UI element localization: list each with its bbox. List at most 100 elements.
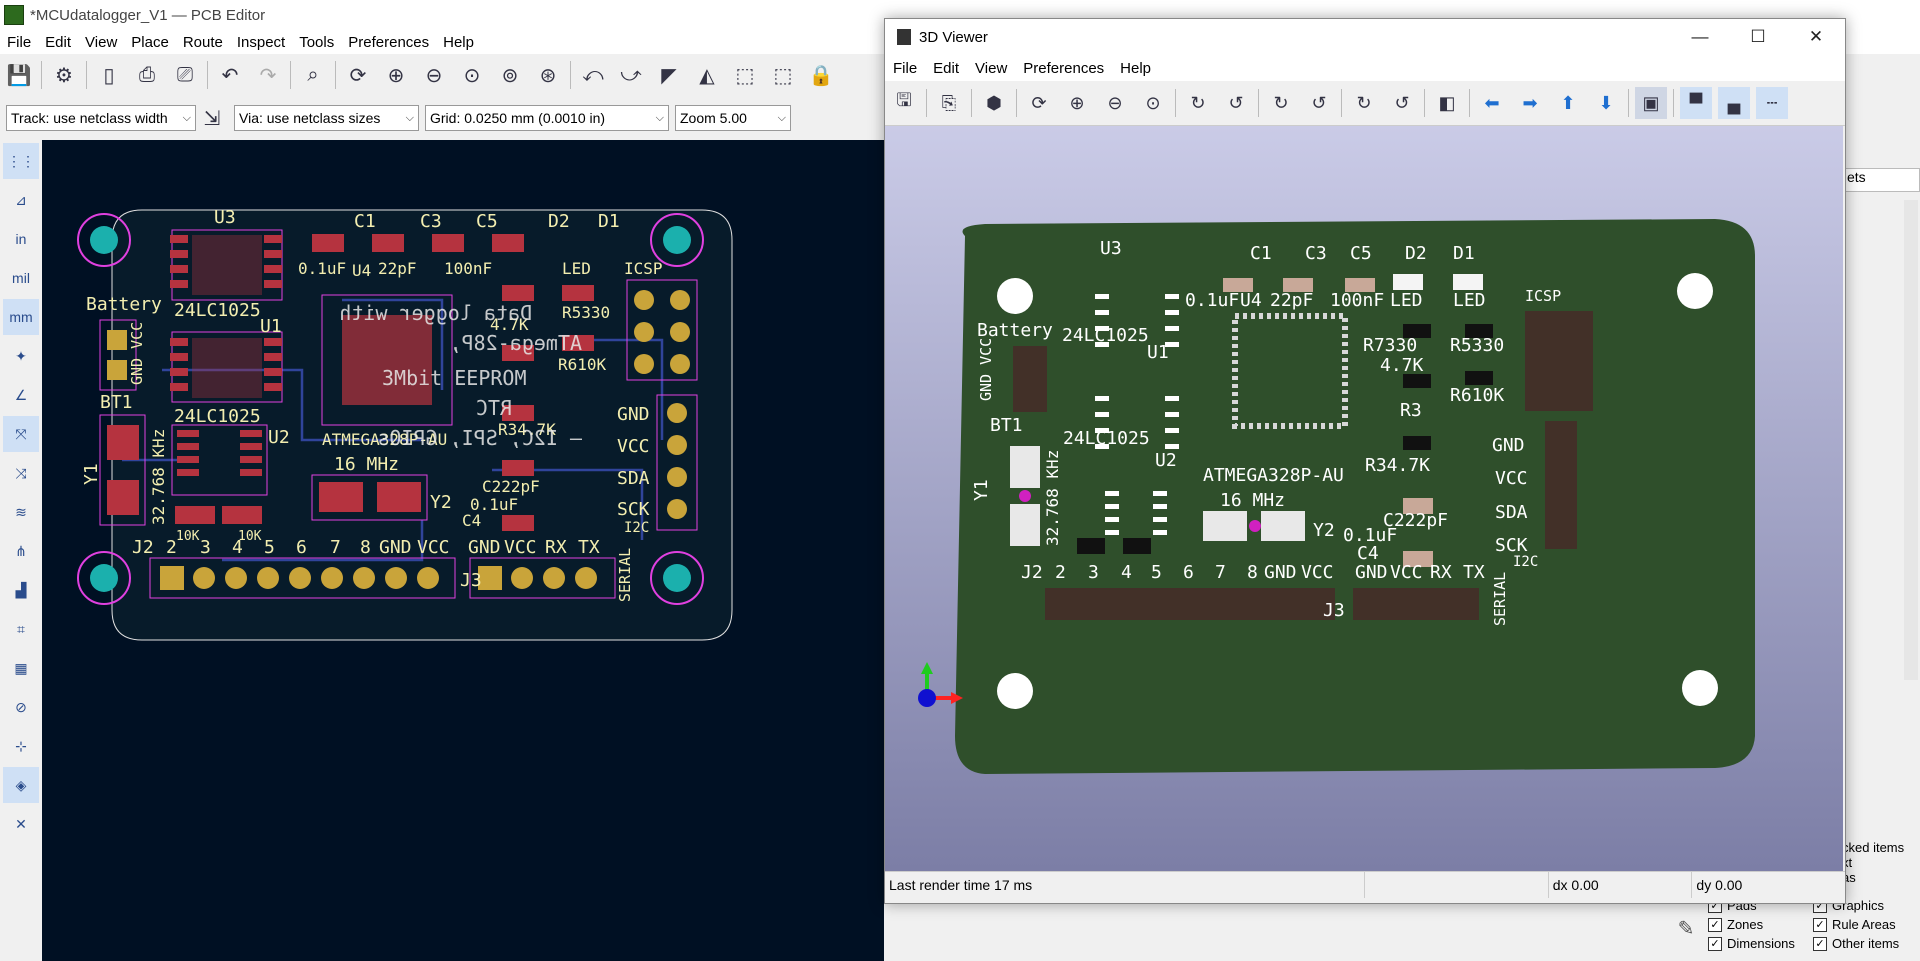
mirror-icon[interactable]: ◭ <box>692 60 722 90</box>
save-icon[interactable]: 💾 <box>4 60 34 90</box>
maximize-icon[interactable]: ☐ <box>1729 27 1787 47</box>
page-settings-icon[interactable]: ▯ <box>94 60 124 90</box>
board-setup-icon[interactable]: ⚙ <box>49 60 79 90</box>
j2-pin8-label: 8 <box>360 537 371 558</box>
viewer-menu-view[interactable]: View <box>967 60 1015 77</box>
ungroup-icon[interactable]: ⬚ <box>768 60 798 90</box>
print-icon[interactable]: ⎙ <box>132 60 162 90</box>
viewer-menu-preferences[interactable]: Preferences <box>1015 60 1112 77</box>
locked-items-partial: cked items <box>1842 840 1905 855</box>
menu-view[interactable]: View <box>78 34 124 51</box>
grid-select[interactable]: Grid: 0.0250 mm (0.0010 in) ⌵ <box>425 105 669 131</box>
j4-gnd-label: GND <box>617 404 650 425</box>
zoom-select[interactable]: Zoom 5.00 ⌵ <box>675 105 791 131</box>
layer-toggle-other-items[interactable]: ✓ Other items <box>1813 934 1899 953</box>
3d-render-canvas[interactable]: U3 24LC1025 U1 24LC1025 U2 Battery BT1 C… <box>885 126 1843 871</box>
refresh-icon[interactable]: ⟳ <box>343 60 373 90</box>
move-down-icon[interactable]: ⬇ <box>1590 87 1622 119</box>
pads-outline-icon[interactable]: ▟ <box>3 572 39 608</box>
menu-edit[interactable]: Edit <box>38 34 78 51</box>
rotate-y-ccw-icon[interactable]: ↺ <box>1303 87 1335 119</box>
units-mm-button[interactable]: mm <box>3 299 39 335</box>
show-tht-icon[interactable]: ▀ <box>1680 87 1712 119</box>
pcb-canvas[interactable]: U3 24LC1025 U1 24LC1025 U2 Battery GND V… <box>42 140 884 961</box>
zoom-selection-icon[interactable]: ⊛ <box>533 60 563 90</box>
3d-j2-pin3: 3 <box>1088 562 1099 583</box>
rotate-cw-icon[interactable]: ⤻ <box>616 60 646 90</box>
viewer-menu-file[interactable]: File <box>885 60 925 77</box>
zoom-objects-icon[interactable]: ⊚ <box>495 60 525 90</box>
copy-image-icon[interactable]: ⎘ <box>933 87 965 119</box>
grid-toggle-icon[interactable]: ⋮⋮ <box>3 143 39 179</box>
zoom-in-icon[interactable]: ⊕ <box>381 60 411 90</box>
zoom-fit-icon[interactable]: ⊙ <box>457 60 487 90</box>
polar-coords-icon[interactable]: ⊿ <box>3 182 39 218</box>
zones-display-icon[interactable]: ▦ <box>3 650 39 686</box>
move-up-icon[interactable]: ⬆ <box>1552 87 1584 119</box>
layer-label: Zones <box>1727 917 1764 932</box>
3d-ref-u4: U4 <box>1240 290 1262 311</box>
rotate-y-cw-icon[interactable]: ↻ <box>1265 87 1297 119</box>
tab-nets-partial[interactable]: ets <box>1842 168 1920 192</box>
rotate-ccw-icon[interactable]: ⤺ <box>578 60 608 90</box>
layer-toggle-dimensions[interactable]: ✓ Dimensions <box>1708 934 1795 953</box>
show-smd-icon[interactable]: ▄ <box>1718 87 1750 119</box>
vias-outline-icon[interactable]: ⌗ <box>3 611 39 647</box>
close-icon[interactable]: ✕ <box>1787 27 1845 47</box>
curved-ratsnest-icon[interactable]: ⤨ <box>3 455 39 491</box>
via-size-select[interactable]: Via: use netclass sizes ⌵ <box>234 105 419 131</box>
track-width-select[interactable]: Track: use netclass width ⌵ <box>6 105 196 131</box>
zoom-fit-icon[interactable]: ⊙ <box>1137 87 1169 119</box>
menu-file[interactable]: File <box>0 34 38 51</box>
tracks-outline-icon[interactable]: ⋔ <box>3 533 39 569</box>
angle-snap-icon[interactable]: ∠ <box>3 377 39 413</box>
show-virtual-icon[interactable]: ┄ <box>1756 87 1788 119</box>
reload-icon[interactable]: ⟳ <box>1023 87 1055 119</box>
move-right-icon[interactable]: ➡ <box>1514 87 1546 119</box>
lock-icon[interactable]: 🔒 <box>806 60 836 90</box>
plot-icon[interactable]: ⎚ <box>170 60 200 90</box>
units-mil-button[interactable]: mil <box>3 260 39 296</box>
undo-icon[interactable]: ↶ <box>215 60 245 90</box>
auto-width-icon[interactable]: ⇲ <box>200 103 224 133</box>
viewer-menu-help[interactable]: Help <box>1112 60 1159 77</box>
minimize-icon[interactable]: — <box>1671 27 1729 47</box>
ratsnest-icon[interactable]: ⤧ <box>3 416 39 452</box>
menu-inspect[interactable]: Inspect <box>230 34 292 51</box>
panel-scrollbar[interactable] <box>1904 200 1918 680</box>
cursor-shape-icon[interactable]: ✦ <box>3 338 39 374</box>
layer-toggle-zones[interactable]: ✓ Zones <box>1708 915 1795 934</box>
viewer-menu-edit[interactable]: Edit <box>925 60 967 77</box>
rotate-z-ccw-icon[interactable]: ↺ <box>1386 87 1418 119</box>
flip-board-icon[interactable]: ◧ <box>1431 87 1463 119</box>
raytrace-icon[interactable]: ⬢ <box>978 87 1010 119</box>
j2-pin7-label: 7 <box>330 537 341 558</box>
layer-toggle-rule-areas[interactable]: ✓ Rule Areas <box>1813 915 1899 934</box>
move-left-icon[interactable]: ⬅ <box>1476 87 1508 119</box>
net-colors-icon[interactable]: ≋ <box>3 494 39 530</box>
edit-pencil-icon[interactable]: ✎ <box>1668 896 1704 960</box>
flip-icon[interactable]: ◤ <box>654 60 684 90</box>
menu-place[interactable]: Place <box>124 34 176 51</box>
rotate-x-cw-icon[interactable]: ↻ <box>1182 87 1214 119</box>
redo-icon[interactable]: ↷ <box>253 60 283 90</box>
viewer-app-icon <box>897 29 911 45</box>
menu-help[interactable]: Help <box>436 34 481 51</box>
menu-preferences[interactable]: Preferences <box>341 34 436 51</box>
zoom-out-icon[interactable]: ⊖ <box>419 60 449 90</box>
rotate-z-cw-icon[interactable]: ↻ <box>1348 87 1380 119</box>
layer-manager-icon[interactable]: ◈ <box>3 767 39 803</box>
graphic-outline-icon[interactable]: ⊘ <box>3 689 39 725</box>
units-inch-button[interactable]: in <box>3 221 39 257</box>
zoom-in-icon[interactable]: ⊕ <box>1061 87 1093 119</box>
tools-icon[interactable]: ✕ <box>3 806 39 842</box>
rotate-x-ccw-icon[interactable]: ↺ <box>1220 87 1252 119</box>
menu-tools[interactable]: Tools <box>292 34 341 51</box>
zoom-out-icon[interactable]: ⊖ <box>1099 87 1131 119</box>
measure-icon[interactable]: ⊹ <box>3 728 39 764</box>
group-icon[interactable]: ⬚ <box>730 60 760 90</box>
export-image-icon[interactable]: 🖫 <box>888 87 920 119</box>
find-icon[interactable]: ⌕ <box>298 60 328 90</box>
menu-route[interactable]: Route <box>176 34 230 51</box>
ortho-toggle-icon[interactable]: ▣ <box>1635 87 1667 119</box>
